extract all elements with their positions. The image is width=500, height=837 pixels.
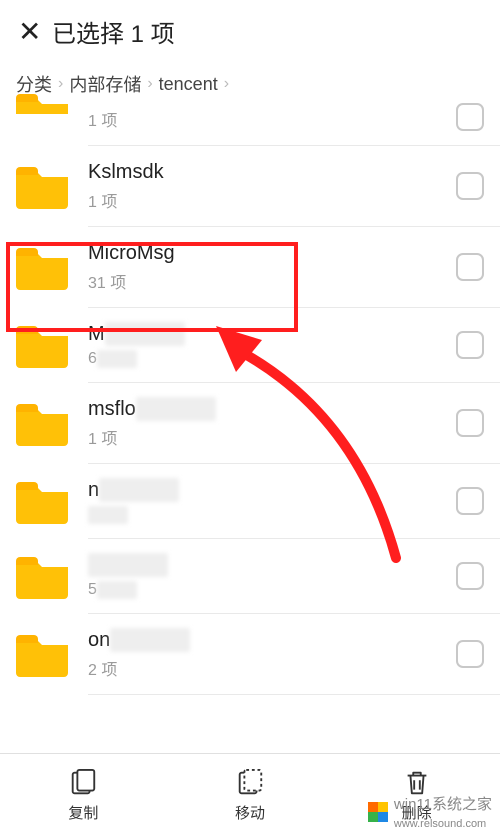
select-checkbox[interactable] xyxy=(456,331,484,359)
breadcrumb-seg-2[interactable]: tencent xyxy=(159,74,218,95)
list-item[interactable]: xxxxxxxx 5xx xyxy=(0,539,500,613)
list-item-meta: nxxxxxxxx xx xyxy=(88,478,456,524)
watermark: win11系统之家 www.relsound.com xyxy=(368,793,492,831)
close-icon[interactable]: ✕ xyxy=(18,18,52,46)
folder-item-count: xx xyxy=(88,506,456,524)
folder-item-count: 1 项 xyxy=(88,188,456,212)
folder-item-count: 1 项 xyxy=(88,425,456,449)
list-item-meta: 1 项 xyxy=(88,103,456,131)
folder-name: MicroMsg xyxy=(88,241,456,265)
chevron-right-icon: › xyxy=(224,75,229,93)
select-checkbox[interactable] xyxy=(456,253,484,281)
copy-button[interactable]: 复制 xyxy=(0,754,167,837)
breadcrumb-seg-1[interactable]: 内部存储 xyxy=(69,71,141,97)
folder-name: Kslmsdk xyxy=(88,160,456,184)
select-checkbox[interactable] xyxy=(456,562,484,590)
copy-icon xyxy=(68,768,98,798)
folder-icon xyxy=(14,631,70,677)
folder-icon xyxy=(14,322,70,368)
divider xyxy=(88,694,500,695)
folder-item-count: 6xx xyxy=(88,350,456,368)
page-title: 已选择 1 项 xyxy=(52,14,175,49)
select-checkbox[interactable] xyxy=(456,103,484,131)
list-item[interactable]: onxxxxxxxx 2 项 xyxy=(0,614,500,694)
list-item[interactable]: MicroMsg 31 项 xyxy=(0,227,500,307)
chevron-right-icon: › xyxy=(147,75,152,93)
folder-icon xyxy=(14,478,70,524)
list-item[interactable]: msfloxxxxxxxx 1 项 xyxy=(0,383,500,463)
list-item-meta: Mxxxxxxxx 6xx xyxy=(88,322,456,368)
folder-item-count: 1 项 xyxy=(88,107,456,131)
folder-icon xyxy=(14,163,70,209)
list-item[interactable]: nxxxxxxxx xx xyxy=(0,464,500,538)
watermark-url: www.relsound.com xyxy=(394,818,486,830)
list-item-meta: xxxxxxxx 5xx xyxy=(88,553,456,599)
move-button[interactable]: 移动 xyxy=(167,754,334,837)
copy-label: 复制 xyxy=(68,802,98,823)
folder-item-count: 5xx xyxy=(88,581,456,599)
list-item-meta: msfloxxxxxxxx 1 项 xyxy=(88,397,456,449)
folder-name: xxxxxxxx xyxy=(88,553,456,577)
move-icon xyxy=(235,768,265,798)
folder-item-count: 31 项 xyxy=(88,269,456,293)
folder-name: Mxxxxxxxx xyxy=(88,322,456,346)
folder-icon xyxy=(14,244,70,290)
folder-list: 1 项 Kslmsdk 1 项 MicroMsg 31 项 Mxxxxxxxx … xyxy=(0,103,500,695)
folder-icon xyxy=(14,400,70,446)
folder-name: msfloxxxxxxxx xyxy=(88,397,456,421)
folder-item-count: 2 项 xyxy=(88,656,456,680)
watermark-logo-icon xyxy=(368,802,388,822)
select-checkbox[interactable] xyxy=(456,409,484,437)
list-item-meta: onxxxxxxxx 2 项 xyxy=(88,628,456,680)
header: ✕ 已选择 1 项 xyxy=(0,0,500,63)
watermark-text: win11系统之家 xyxy=(394,796,492,813)
list-item[interactable]: 1 项 xyxy=(0,103,500,145)
select-checkbox[interactable] xyxy=(456,487,484,515)
list-item-meta: Kslmsdk 1 项 xyxy=(88,160,456,212)
list-item[interactable]: Kslmsdk 1 项 xyxy=(0,146,500,226)
folder-name: nxxxxxxxx xyxy=(88,478,456,502)
breadcrumb: 分类 › 内部存储 › tencent › xyxy=(0,63,500,103)
list-item[interactable]: Mxxxxxxxx 6xx xyxy=(0,308,500,382)
folder-name: onxxxxxxxx xyxy=(88,628,456,652)
list-item-meta: MicroMsg 31 项 xyxy=(88,241,456,293)
folder-icon xyxy=(14,90,70,114)
move-label: 移动 xyxy=(235,802,265,823)
select-checkbox[interactable] xyxy=(456,172,484,200)
folder-icon xyxy=(14,553,70,599)
select-checkbox[interactable] xyxy=(456,640,484,668)
